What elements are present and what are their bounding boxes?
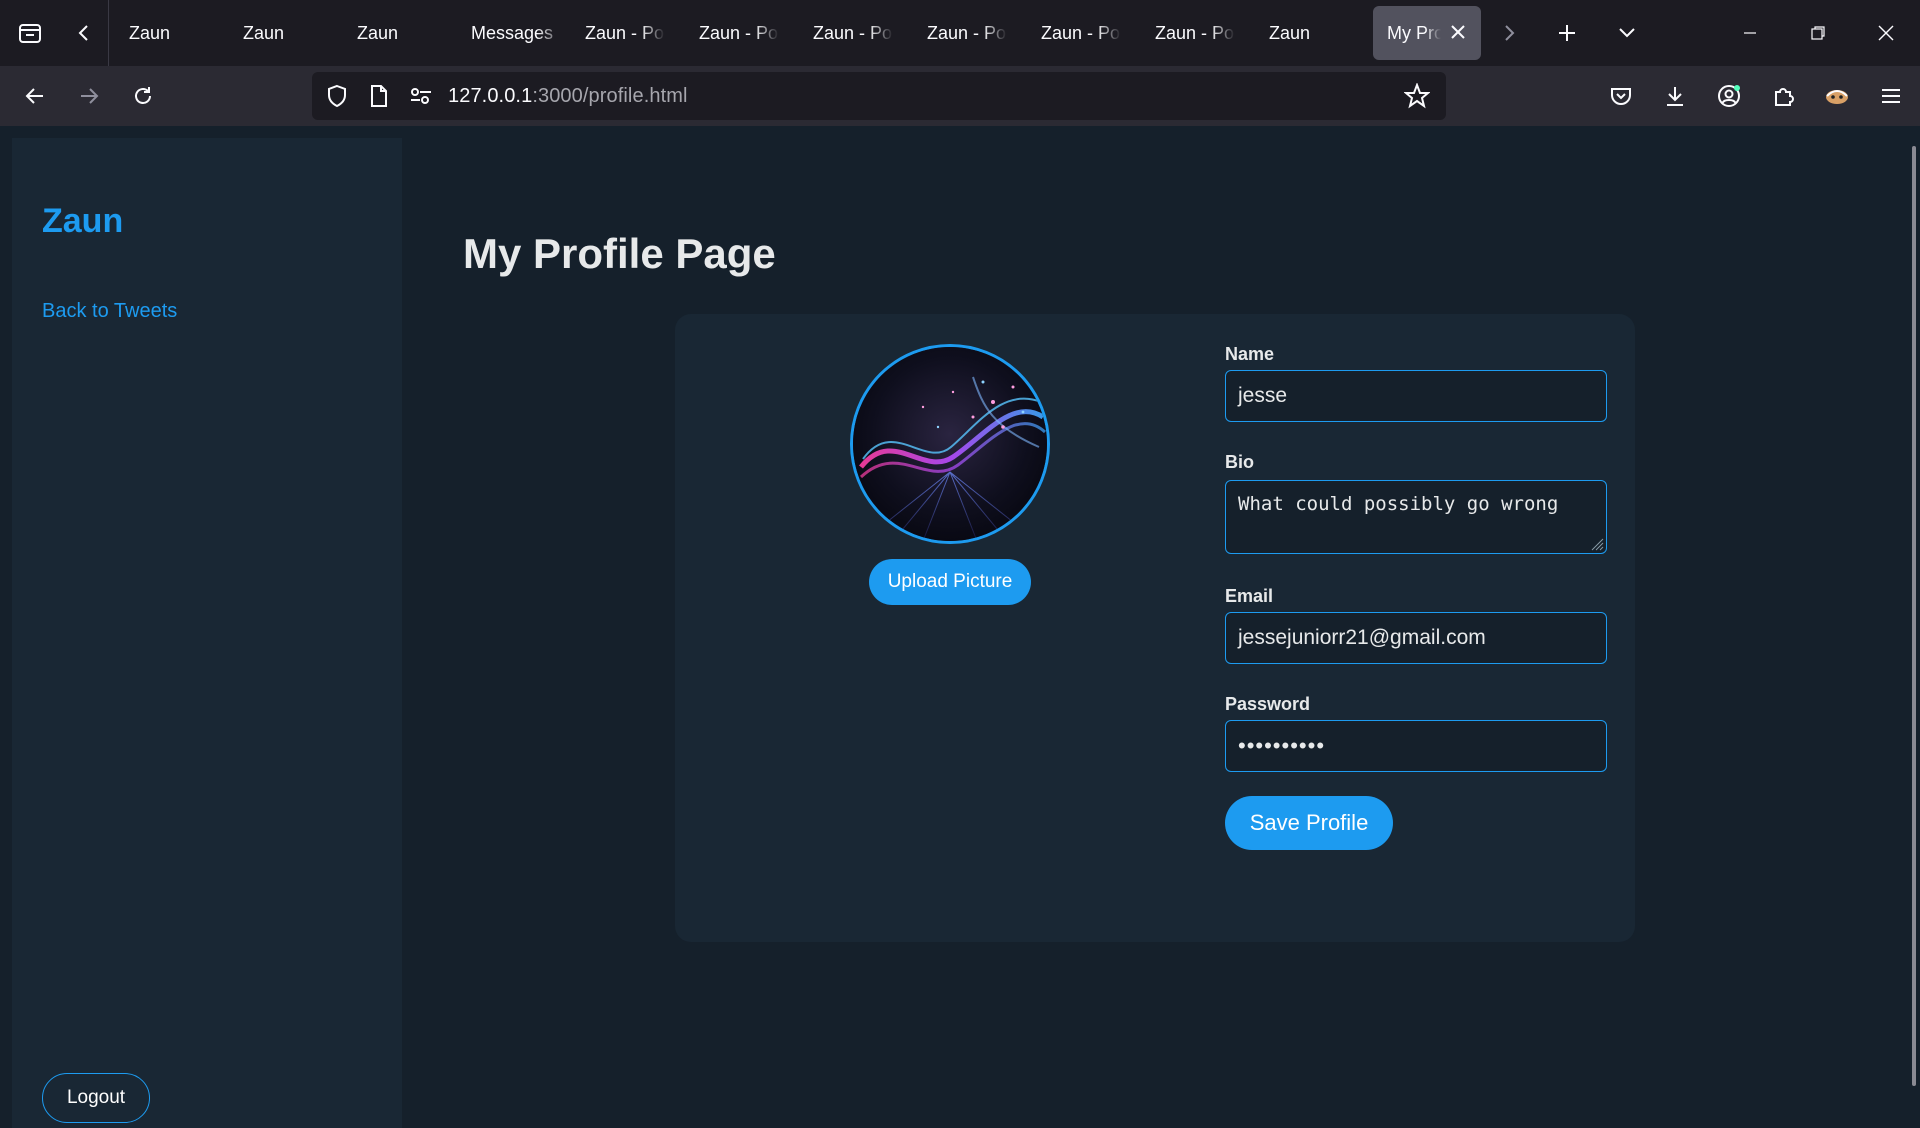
- site-permissions-icon[interactable]: [400, 72, 442, 120]
- reload-icon: [135, 87, 151, 104]
- tab-label: Zaun: [1269, 22, 1311, 43]
- browser-tab[interactable]: Zaun: [337, 6, 451, 60]
- tab-label: My Pro: [1387, 22, 1441, 43]
- resize-grip-icon[interactable]: [1590, 537, 1604, 551]
- tab-label: Zaun - Po: [813, 22, 893, 43]
- tab-label: Zaun - Po: [927, 22, 1007, 43]
- account-icon: [1718, 85, 1740, 107]
- page-info-icon[interactable]: [358, 72, 400, 120]
- upload-picture-button[interactable]: Upload Picture: [869, 559, 1031, 605]
- pocket-button[interactable]: [1594, 66, 1648, 126]
- window-controls: [1716, 0, 1920, 66]
- bio-textarea[interactable]: What could possibly go wrong: [1225, 480, 1607, 554]
- extensions-button[interactable]: [1756, 66, 1810, 126]
- tab-label: Zaun - Po: [585, 22, 665, 43]
- brand-logo-text[interactable]: Zaun: [42, 202, 123, 241]
- restore-button[interactable]: [1784, 0, 1852, 66]
- extension-icon: [1826, 90, 1848, 104]
- arrow-left-icon: [25, 88, 43, 104]
- address-bar[interactable]: 127.0.0.1:3000/profile.html: [312, 72, 1446, 120]
- tab-label: Zaun - Po: [1155, 22, 1235, 43]
- chevron-down-icon: [1619, 28, 1635, 38]
- close-window-button[interactable]: [1852, 0, 1920, 66]
- tab-label: Messages: [471, 22, 554, 43]
- profile-avatar: [850, 344, 1050, 544]
- profile-form: Name jesse Bio What could possibly go wr…: [1225, 344, 1607, 850]
- hamburger-menu-icon: [1882, 89, 1900, 103]
- browser-tab[interactable]: Zaun - Po: [907, 6, 1021, 60]
- minimize-icon: [1744, 32, 1756, 34]
- profile-picture-image: [853, 347, 1047, 541]
- browser-tab[interactable]: Zaun - Po: [793, 6, 907, 60]
- save-profile-button[interactable]: Save Profile: [1225, 796, 1393, 850]
- reload-button[interactable]: [116, 66, 170, 126]
- browser-tab-bar: Zaun Zaun Zaun Messages Zaun - Po Zaun -…: [0, 0, 1920, 66]
- scroll-tabs-right-button[interactable]: [1481, 0, 1537, 66]
- browser-tab[interactable]: Zaun - Po: [679, 6, 793, 60]
- bio-label: Bio: [1225, 452, 1254, 472]
- browser-tab-active[interactable]: My Pro: [1373, 6, 1481, 60]
- browser-tab[interactable]: Zaun: [109, 6, 223, 60]
- pocket-icon: [1611, 88, 1631, 105]
- scroll-tabs-left-button[interactable]: [60, 0, 108, 66]
- tab-overview-button[interactable]: [0, 0, 60, 66]
- name-input[interactable]: jesse: [1225, 370, 1607, 422]
- forward-button[interactable]: [62, 66, 116, 126]
- extension-avatar-button[interactable]: [1810, 66, 1864, 126]
- page-scrollbar[interactable]: [1912, 146, 1916, 1086]
- arrow-right-icon: [81, 88, 99, 104]
- browser-tab[interactable]: Zaun: [1249, 6, 1363, 60]
- close-icon: [1878, 25, 1894, 41]
- close-tab-icon[interactable]: [1447, 21, 1469, 43]
- list-all-tabs-button[interactable]: [1597, 0, 1657, 66]
- page-viewport: Zaun Back to Tweets Logout My Profile Pa…: [0, 126, 1920, 1128]
- password-input[interactable]: ••••••••••: [1225, 720, 1607, 772]
- browser-tab[interactable]: Zaun - Po: [1021, 6, 1135, 60]
- plus-icon: [1559, 25, 1575, 41]
- toolbar-right: [1594, 66, 1920, 126]
- password-label: Password: [1225, 694, 1311, 714]
- browser-nav-bar: 127.0.0.1:3000/profile.html: [0, 66, 1920, 126]
- bookmark-star-icon[interactable]: [1396, 72, 1438, 120]
- url-text[interactable]: 127.0.0.1:3000/profile.html: [448, 85, 688, 108]
- sidebar: Zaun Back to Tweets Logout: [12, 138, 402, 1128]
- download-icon: [1667, 87, 1683, 106]
- puzzle-piece-icon: [1775, 88, 1794, 106]
- tab-label: Zaun: [129, 22, 171, 43]
- account-button[interactable]: [1702, 66, 1756, 126]
- bio-text: What could possibly go wrong: [1238, 493, 1559, 515]
- app-menu-button[interactable]: [1864, 66, 1918, 126]
- url-host: 127.0.0.1: [448, 84, 533, 107]
- tab-label: Zaun: [243, 22, 285, 43]
- tracking-protection-shield-icon[interactable]: [316, 72, 358, 120]
- tab-label: Zaun: [357, 22, 399, 43]
- url-path: :3000/profile.html: [532, 84, 688, 107]
- name-label: Name: [1225, 344, 1275, 364]
- profile-card: Upload Picture Name jesse Bio What could…: [675, 314, 1635, 942]
- tab-strip: Zaun Zaun Zaun Messages Zaun - Po Zaun -…: [108, 0, 1481, 66]
- browser-tab[interactable]: Messages: [451, 6, 565, 60]
- tab-overview-icon: [19, 24, 41, 43]
- new-tab-button[interactable]: [1537, 0, 1597, 66]
- back-to-tweets-link[interactable]: Back to Tweets: [42, 300, 177, 323]
- chevron-left-icon: [78, 25, 88, 41]
- logout-button[interactable]: Logout: [42, 1073, 150, 1123]
- email-input[interactable]: jessejuniorr21@gmail.com: [1225, 612, 1607, 664]
- minimize-button[interactable]: [1716, 0, 1784, 66]
- browser-tab[interactable]: Zaun: [223, 6, 337, 60]
- tab-label: Zaun - Po: [1041, 22, 1121, 43]
- back-button[interactable]: [8, 66, 62, 126]
- browser-tab[interactable]: Zaun - Po: [1135, 6, 1249, 60]
- downloads-button[interactable]: [1648, 66, 1702, 126]
- browser-tab[interactable]: Zaun - Po: [565, 6, 679, 60]
- chevron-right-icon: [1505, 25, 1515, 41]
- email-label: Email: [1225, 586, 1274, 606]
- restore-icon: [1811, 26, 1825, 40]
- tab-label: Zaun - Po: [699, 22, 779, 43]
- page-title: My Profile Page: [463, 230, 776, 277]
